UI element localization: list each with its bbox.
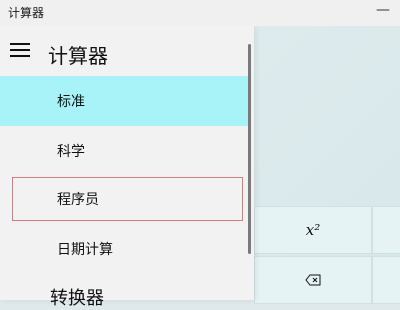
navigation-drawer: 计算器 标准 科学 程序员 日期计算 转换器 <box>0 26 254 309</box>
backspace-button[interactable] <box>254 256 372 304</box>
nav-item-programmer[interactable]: 程序员 <box>12 177 243 221</box>
calc-key[interactable] <box>372 256 400 304</box>
nav-item-label: 程序员 <box>57 192 99 208</box>
nav-item-label: 日期计算 <box>57 242 113 258</box>
drawer-scrollbar[interactable] <box>248 44 251 254</box>
hamburger-menu-icon[interactable] <box>10 43 30 57</box>
square-button[interactable]: x² <box>254 206 372 254</box>
title-bar: 计算器 — <box>0 0 400 26</box>
converter-section-header: 转换器 <box>50 288 104 309</box>
minimize-button[interactable]: — <box>376 0 390 20</box>
nav-item-standard[interactable]: 标准 <box>0 76 250 126</box>
nav-item-label: 标准 <box>57 94 85 110</box>
calc-key[interactable] <box>372 206 400 254</box>
backspace-icon <box>305 271 321 290</box>
square-label: x² <box>305 221 321 239</box>
nav-item-scientific[interactable]: 科学 <box>0 126 250 176</box>
window-title: 计算器 <box>8 6 45 20</box>
nav-item-date-calculation[interactable]: 日期计算 <box>0 224 250 274</box>
drawer-title: 计算器 <box>48 44 108 68</box>
nav-item-label: 科学 <box>57 144 85 160</box>
